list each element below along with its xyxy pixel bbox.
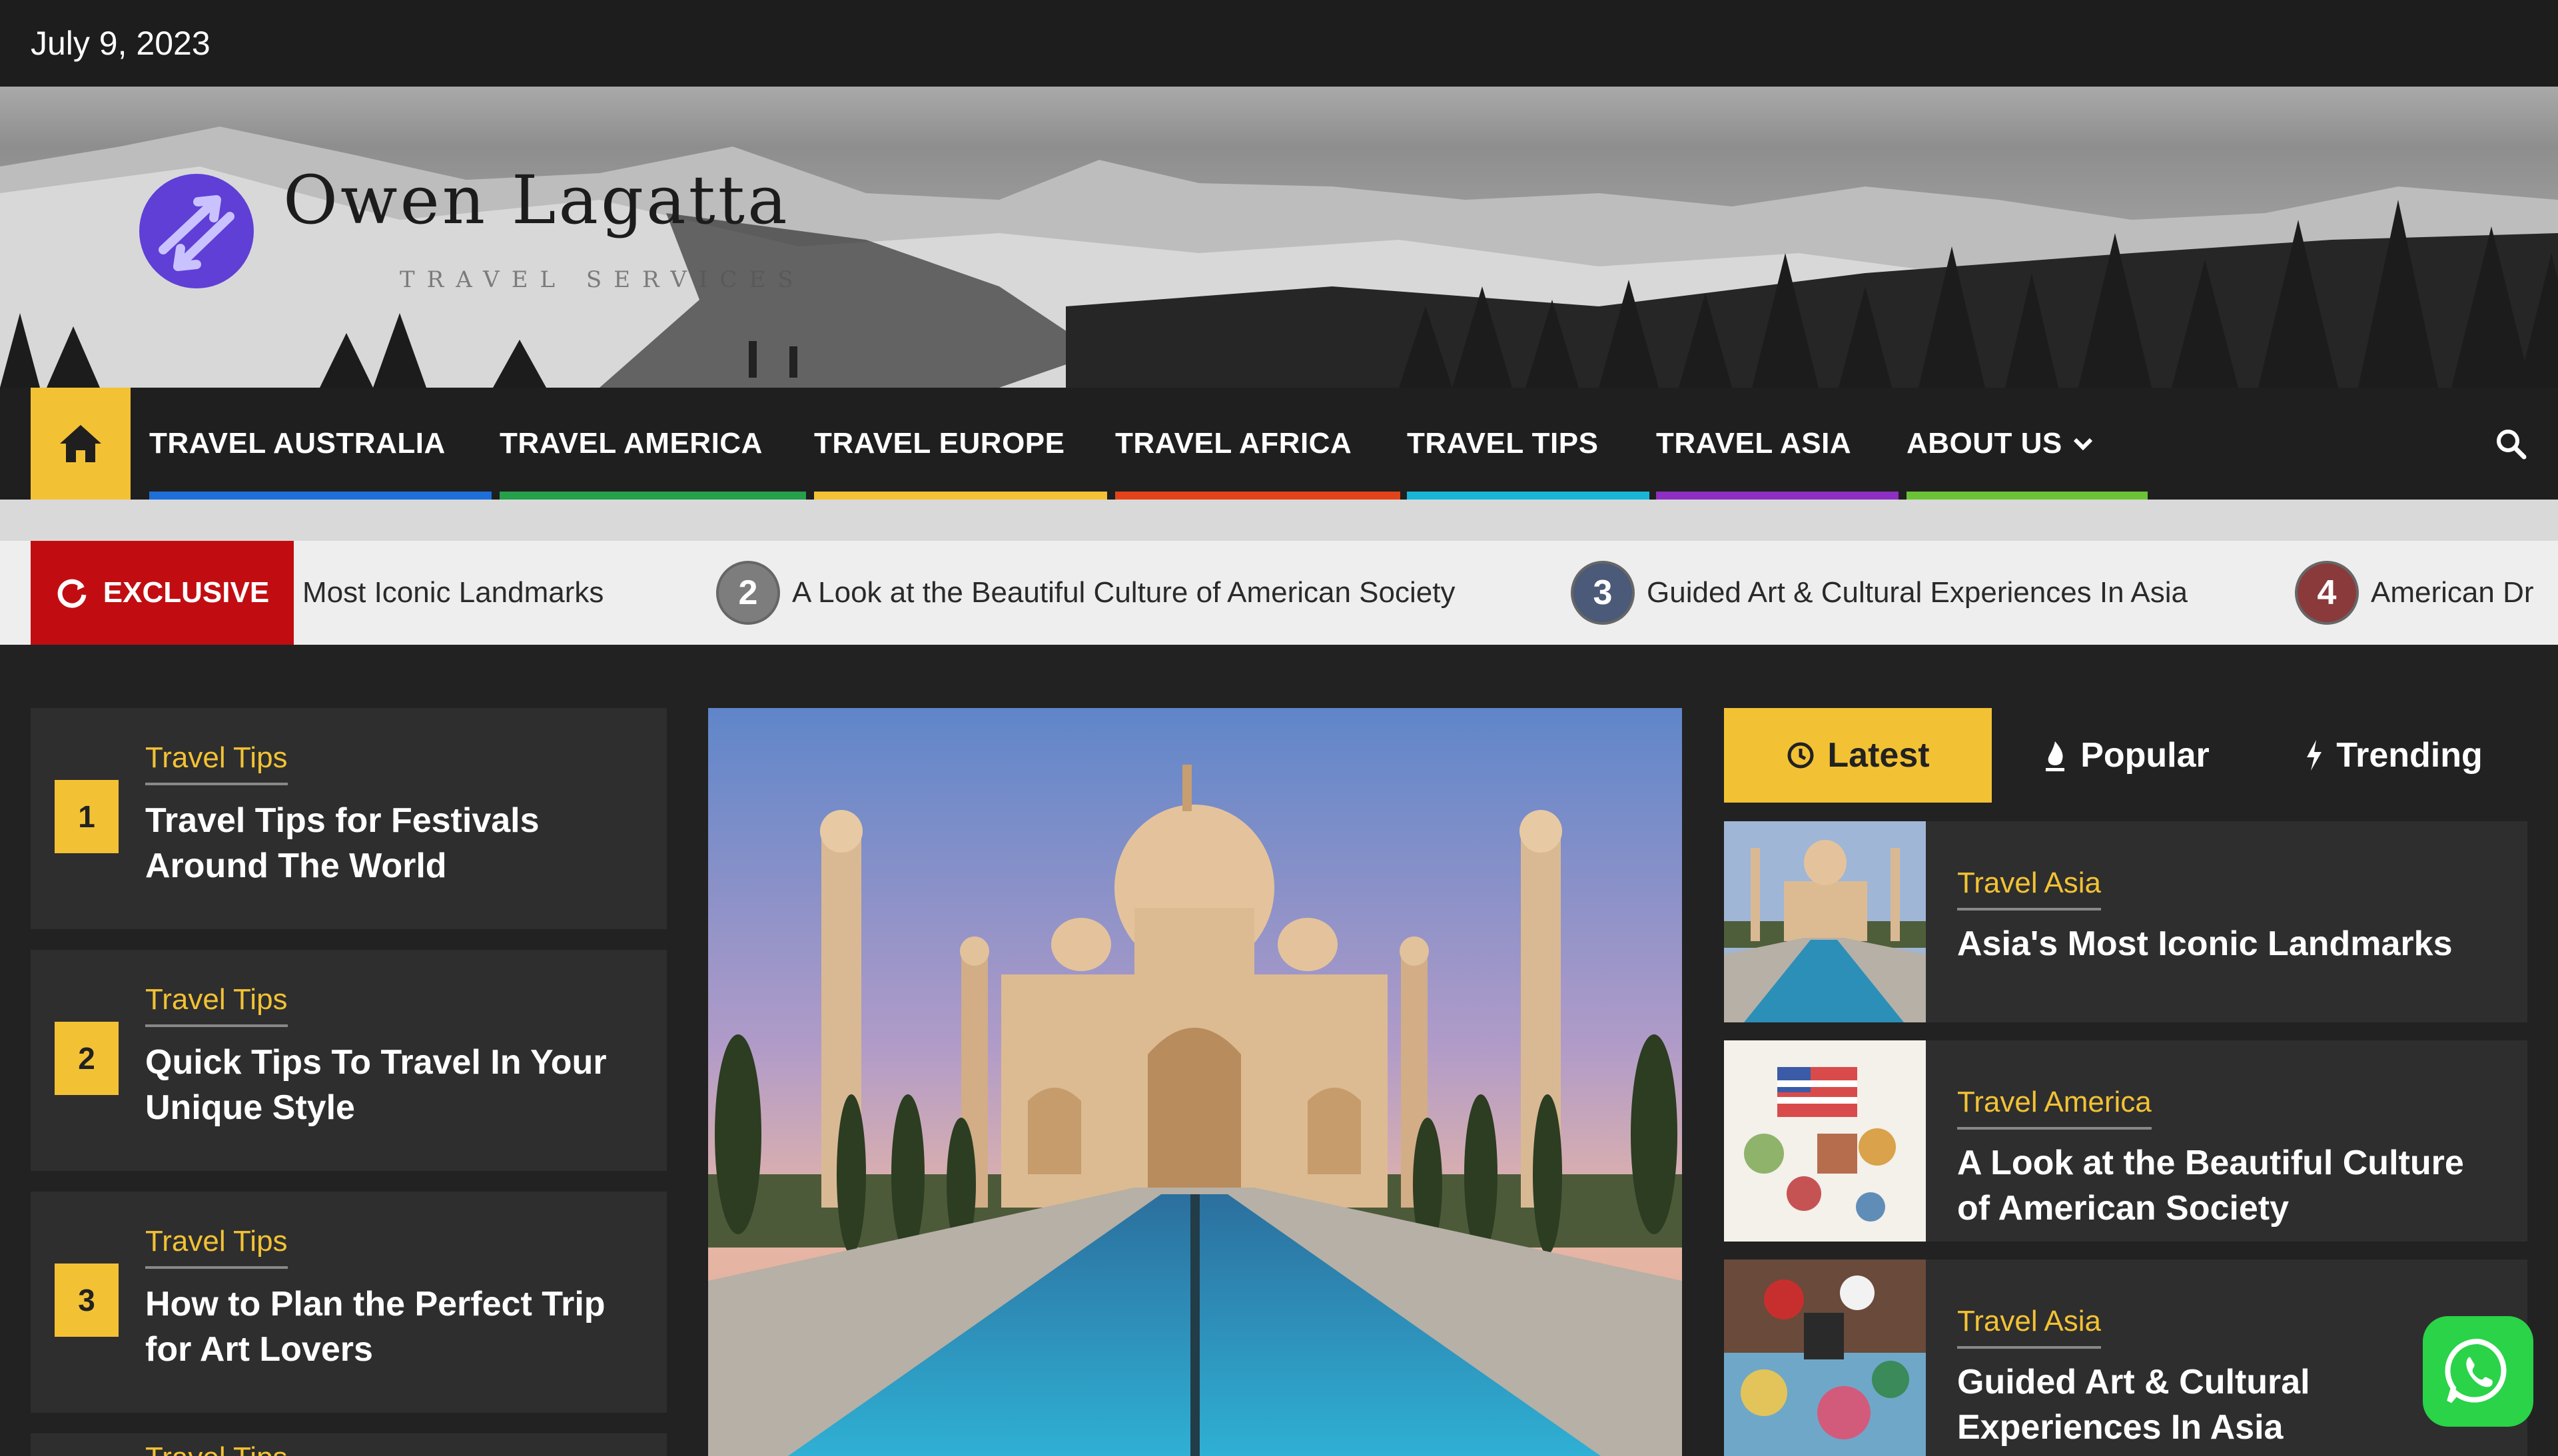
tab-label: Trending — [2336, 736, 2483, 775]
nav-about-us[interactable]: ABOUT US — [1907, 388, 2148, 500]
news-ticker: EXCLUSIVE Most Iconic Landmarks 2 A Look… — [0, 541, 2558, 645]
nav-travel-europe[interactable]: TRAVEL EUROPE — [814, 388, 1107, 500]
nav-underline — [149, 492, 492, 500]
nav-underline — [1407, 492, 1649, 500]
nav-underline — [1115, 492, 1400, 500]
home-icon — [60, 425, 101, 462]
ticker-item[interactable]: 4 American Dr — [2295, 541, 2534, 645]
ticker-thumb-number: 3 — [1571, 561, 1635, 625]
nav-label: TRAVEL ASIA — [1656, 427, 1852, 460]
art-experience-thumbnail — [1724, 1260, 1926, 1456]
post-title[interactable]: Quick Tips To Travel In Your Unique Styl… — [145, 1040, 612, 1130]
nav-label: TRAVEL AUSTRALIA — [149, 427, 446, 460]
tab-label: Latest — [1827, 736, 1930, 775]
taj-mahal-image — [708, 708, 1682, 1456]
search-button[interactable] — [2494, 388, 2527, 500]
ticker-item[interactable]: Most Iconic Landmarks — [302, 541, 604, 645]
ticker-item-text: Most Iconic Landmarks — [302, 576, 604, 609]
exclusive-text: EXCLUSIVE — [103, 576, 270, 609]
taj-mahal-thumbnail — [1724, 821, 1926, 1022]
clock-icon — [1787, 742, 1814, 769]
post-thumbnail[interactable] — [1724, 1040, 1926, 1242]
ticker-thumb-number: 2 — [716, 561, 780, 625]
nav-travel-australia[interactable]: TRAVEL AUSTRALIA — [149, 388, 492, 500]
category-link[interactable]: Travel Tips — [145, 1225, 288, 1269]
post-title[interactable]: Travel Tips for Festivals Around The Wor… — [145, 798, 612, 889]
search-icon — [2497, 430, 2527, 460]
list-item[interactable]: 2 Travel Tips Quick Tips To Travel In Yo… — [31, 950, 667, 1171]
ticker-item-text: American Dr — [2371, 576, 2534, 609]
rank-badge: 3 — [55, 1264, 119, 1337]
list-item[interactable]: Travel Asia Asia's Most Iconic Landmarks — [1724, 821, 2527, 1022]
post-title[interactable]: How to Plan the Perfect Trip for Art Lov… — [145, 1281, 612, 1372]
nav-travel-africa[interactable]: TRAVEL AFRICA — [1115, 388, 1400, 500]
nav-label: ABOUT US — [1907, 427, 2062, 460]
ticker-thumb-number: 4 — [2295, 561, 2359, 625]
nav-travel-tips[interactable]: TRAVEL TIPS — [1407, 388, 1649, 500]
nav-label: TRAVEL TIPS — [1407, 427, 1599, 460]
category-link[interactable]: Travel Tips — [145, 983, 288, 1027]
list-item[interactable]: Travel Tips — [31, 1433, 667, 1456]
list-item[interactable]: Travel America A Look at the Beautiful C… — [1724, 1040, 2527, 1242]
brand-tagline: TRAVEL SERVICES — [400, 266, 805, 293]
current-date: July 9, 2023 — [31, 25, 211, 62]
post-title[interactable]: Guided Art & Cultural Experiences In Asi… — [1957, 1359, 2503, 1450]
ticker-item[interactable]: 2 A Look at the Beautiful Culture of Ame… — [716, 541, 1455, 645]
brand-name[interactable]: Owen Lagatta — [283, 161, 790, 239]
nav-underline — [814, 492, 1107, 500]
nav-label: TRAVEL AMERICA — [500, 427, 763, 460]
post-title[interactable]: Asia's Most Iconic Landmarks — [1957, 921, 2503, 966]
rank-badge: 2 — [55, 1022, 119, 1095]
list-item[interactable]: Travel Asia Guided Art & Cultural Experi… — [1724, 1260, 2527, 1456]
nav-underline — [1656, 492, 1899, 500]
tab-latest[interactable]: Latest — [1724, 708, 1992, 803]
rank-badge: 1 — [55, 780, 119, 853]
header-banner: Owen Lagatta TRAVEL SERVICES — [0, 87, 2558, 388]
main-navigation: TRAVEL AUSTRALIA TRAVEL AMERICA TRAVEL E… — [0, 388, 2558, 500]
post-title[interactable]: A Look at the Beautiful Culture of Ameri… — [1957, 1140, 2503, 1231]
home-button[interactable] — [31, 388, 131, 500]
category-link[interactable]: Travel Tips — [145, 741, 288, 785]
posts-tabs: Latest Popular Trending — [1724, 708, 2527, 803]
category-link[interactable]: Travel Asia — [1957, 867, 2102, 910]
tab-label: Popular — [2080, 736, 2210, 775]
whatsapp-icon — [2445, 1338, 2507, 1403]
ticker-item-text: Guided Art & Cultural Experiences In Asi… — [1647, 576, 2188, 609]
nav-label: TRAVEL AFRICA — [1115, 427, 1352, 460]
whatsapp-button[interactable] — [2423, 1316, 2533, 1427]
bolt-icon — [2307, 740, 2322, 771]
category-link[interactable]: Travel Asia — [1957, 1305, 2102, 1349]
list-item[interactable]: 3 Travel Tips How to Plan the Perfect Tr… — [31, 1192, 667, 1413]
nav-underline — [1907, 492, 2148, 500]
tab-trending[interactable]: Trending — [2260, 708, 2527, 803]
american-culture-thumbnail — [1724, 1040, 1926, 1242]
nav-label: TRAVEL EUROPE — [814, 427, 1065, 460]
chevron-down-icon — [2073, 438, 2092, 451]
category-link[interactable]: Travel Tips — [145, 1441, 288, 1456]
tab-popular[interactable]: Popular — [1992, 708, 2260, 803]
nav-travel-asia[interactable]: TRAVEL ASIA — [1656, 388, 1899, 500]
post-thumbnail[interactable] — [1724, 821, 1926, 1022]
ticker-item[interactable]: 3 Guided Art & Cultural Experiences In A… — [1571, 541, 2188, 645]
refresh-icon — [57, 579, 87, 608]
ticker-item-text: A Look at the Beautiful Culture of Ameri… — [792, 576, 1456, 609]
list-item[interactable]: 1 Travel Tips Travel Tips for Festivals … — [31, 708, 667, 929]
nav-divider — [0, 500, 2558, 541]
featured-post-image[interactable] — [708, 708, 1682, 1456]
nav-travel-america[interactable]: TRAVEL AMERICA — [500, 388, 806, 500]
post-thumbnail[interactable] — [1724, 1260, 1926, 1456]
top-bar: July 9, 2023 — [0, 0, 2558, 87]
nav-underline — [500, 492, 806, 500]
exclusive-label: EXCLUSIVE — [31, 541, 294, 645]
flame-icon — [2046, 741, 2065, 771]
category-link[interactable]: Travel America — [1957, 1086, 2152, 1130]
